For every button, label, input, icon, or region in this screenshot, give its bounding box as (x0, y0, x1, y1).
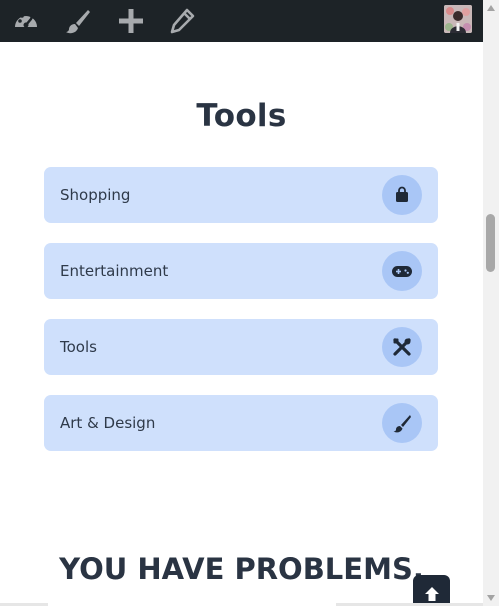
user-avatar[interactable] (444, 5, 472, 33)
category-card-art-design[interactable]: Art & Design (44, 395, 438, 451)
category-label: Shopping (60, 186, 131, 204)
scroll-up-arrow-icon[interactable] (483, 2, 499, 14)
paint-brush-icon (382, 403, 422, 443)
category-card-entertainment[interactable]: Entertainment (44, 243, 438, 299)
page-content: Tools Shopping Entertainment Tools Art &… (0, 42, 483, 606)
scrollbar-thumb[interactable] (486, 214, 495, 272)
section-title: Tools (196, 98, 287, 134)
category-label: Tools (60, 338, 97, 356)
arrow-up-icon (424, 586, 439, 601)
category-label: Entertainment (60, 262, 169, 280)
category-card-shopping[interactable]: Shopping (44, 167, 438, 223)
dashboard-icon[interactable] (9, 4, 43, 38)
tools-icon (382, 327, 422, 367)
admin-bar (0, 0, 483, 42)
edit-pencil-icon[interactable] (165, 4, 199, 38)
problems-heading: YOU HAVE PROBLEMS, (59, 552, 424, 586)
shopping-bag-icon (382, 175, 422, 215)
category-card-tools[interactable]: Tools (44, 319, 438, 375)
customize-brush-icon[interactable] (61, 4, 95, 38)
category-label: Art & Design (60, 414, 156, 432)
gamepad-icon (382, 251, 422, 291)
back-to-top-button[interactable] (413, 575, 450, 606)
scroll-down-arrow-icon[interactable] (483, 592, 499, 604)
add-new-icon[interactable] (114, 4, 148, 38)
vertical-scrollbar[interactable] (483, 0, 499, 606)
